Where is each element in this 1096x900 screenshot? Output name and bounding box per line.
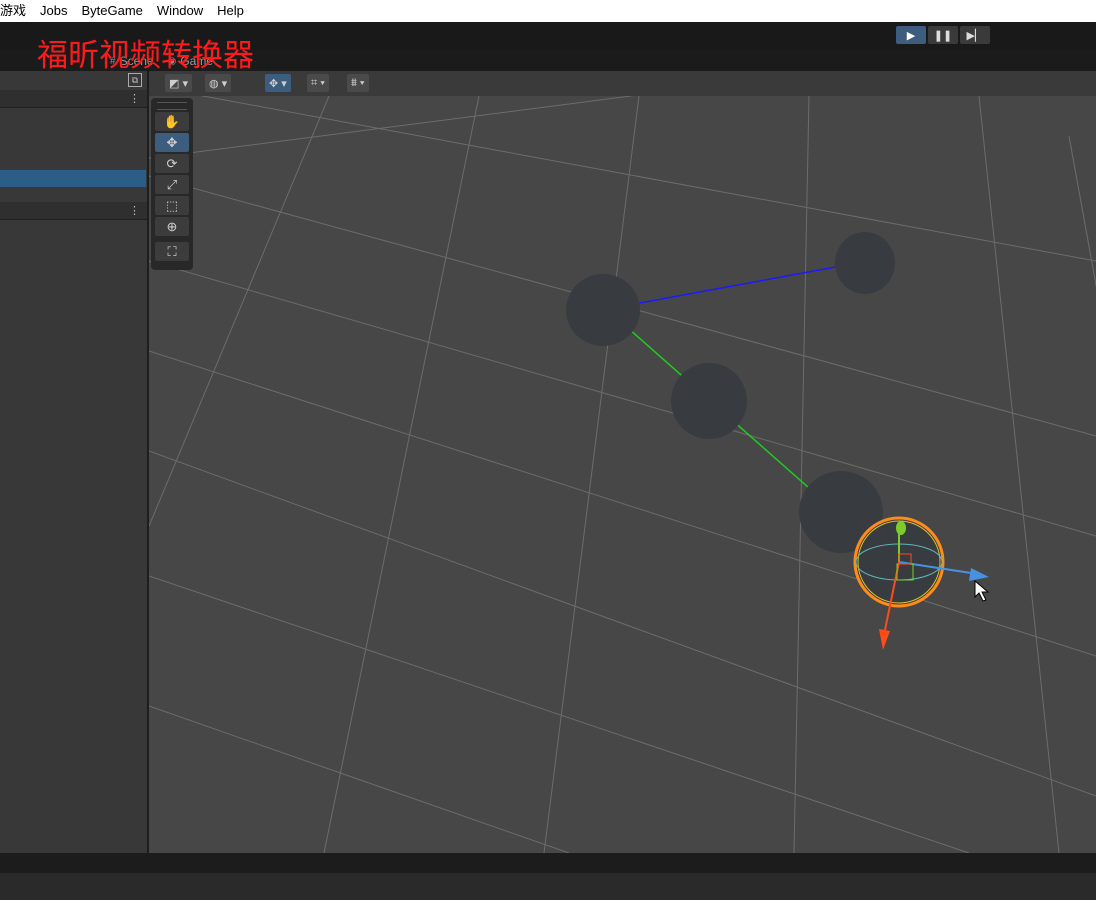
move-snap-dropdown[interactable]: ✥ ▾ — [265, 74, 291, 92]
kebab-menu-icon-2[interactable]: ⋮ — [129, 204, 140, 217]
maximize-icon[interactable]: ⧉ — [128, 73, 142, 87]
step-button[interactable]: ▶▏ — [960, 26, 990, 44]
pause-icon: ❚❚ — [933, 29, 953, 42]
bottom-tab-bar — [0, 853, 1096, 873]
rect-icon: ⬚ — [165, 197, 179, 213]
selected-sphere-gizmo[interactable] — [853, 516, 989, 650]
play-button[interactable]: ▶ — [896, 26, 926, 44]
scene-canvas[interactable] — [149, 96, 1096, 853]
hierarchy-panel: ⧉ ⋮ ⋮ — [0, 71, 148, 853]
menu-item-game[interactable]: 游戏 — [0, 0, 33, 22]
menu-item-bytegame[interactable]: ByteGame — [74, 0, 149, 22]
transform-icon: ⊕ — [166, 218, 178, 234]
orientation-dropdown[interactable]: ◍ ▾ — [205, 74, 232, 92]
custom-tool-icon: ⛶ — [167, 243, 177, 259]
menu-item-window[interactable]: Window — [150, 0, 210, 22]
hand-icon: ✋ — [163, 113, 181, 129]
grid-snap-dropdown[interactable]: ⌗ ▾ — [307, 74, 329, 92]
ruler-icon: ⩩ ▾ — [351, 76, 365, 89]
blue-link-line — [628, 265, 842, 306]
rotate-tool-button[interactable]: ⟳ — [155, 154, 189, 173]
move-tool-button[interactable]: ✥ — [155, 133, 189, 152]
kebab-menu-icon[interactable]: ⋮ — [129, 92, 140, 105]
scene-tools-palette: ✋ ✥ ⟳ ⤢ ⬚ ⊕ ⛶ — [151, 98, 193, 270]
scene-toolbar: ◩ ▾ ◍ ▾ ✥ ▾ ⌗ ▾ ⩩ ▾ — [149, 71, 1096, 97]
scale-tool-button[interactable]: ⤢ — [155, 175, 189, 194]
custom-tool-button[interactable]: ⛶ — [155, 242, 189, 261]
shading-icon: ◩ ▾ — [169, 77, 188, 90]
scene-viewport[interactable] — [149, 96, 1096, 853]
menu-item-jobs[interactable]: Jobs — [33, 0, 74, 22]
bottom-panel — [0, 873, 1096, 900]
step-icon: ▶▏ — [966, 29, 984, 42]
watermark-text: 福昕视频转换器 — [37, 38, 254, 74]
mouse-cursor-icon — [974, 579, 990, 602]
move-icon: ✥ — [166, 134, 178, 150]
panel-header-2: ⋮ — [0, 202, 148, 220]
panel-header: ⋮ — [0, 90, 148, 108]
shading-mode-dropdown[interactable]: ◩ ▾ — [165, 74, 192, 92]
rotate-icon: ⟳ — [166, 155, 178, 171]
increment-snap-dropdown[interactable]: ⩩ ▾ — [347, 74, 369, 92]
move-snap-icon: ✥ ▾ — [269, 77, 287, 90]
transform-tool-button[interactable]: ⊕ — [155, 217, 189, 236]
palette-grip[interactable] — [157, 102, 187, 110]
play-icon: ▶ — [906, 29, 916, 42]
scale-icon: ⤢ — [166, 176, 178, 192]
grid-icon: ⌗ ▾ — [311, 76, 325, 89]
menu-item-help[interactable]: Help — [210, 0, 251, 22]
play-controls: ▶ ❚❚ ▶▏ — [896, 26, 990, 44]
menu-bar: 游戏 Jobs ByteGame Window Help — [0, 0, 1096, 22]
rect-tool-button[interactable]: ⬚ — [155, 196, 189, 215]
selected-row[interactable] — [0, 170, 146, 187]
hand-tool-button[interactable]: ✋ — [155, 112, 189, 131]
sphere-node-1[interactable] — [566, 274, 640, 346]
sphere-node-2[interactable] — [671, 363, 747, 439]
globe-icon: ◍ ▾ — [209, 77, 228, 90]
scene-grid — [149, 96, 1096, 853]
pause-button[interactable]: ❚❚ — [928, 26, 958, 44]
sphere-node-4[interactable] — [835, 232, 895, 294]
